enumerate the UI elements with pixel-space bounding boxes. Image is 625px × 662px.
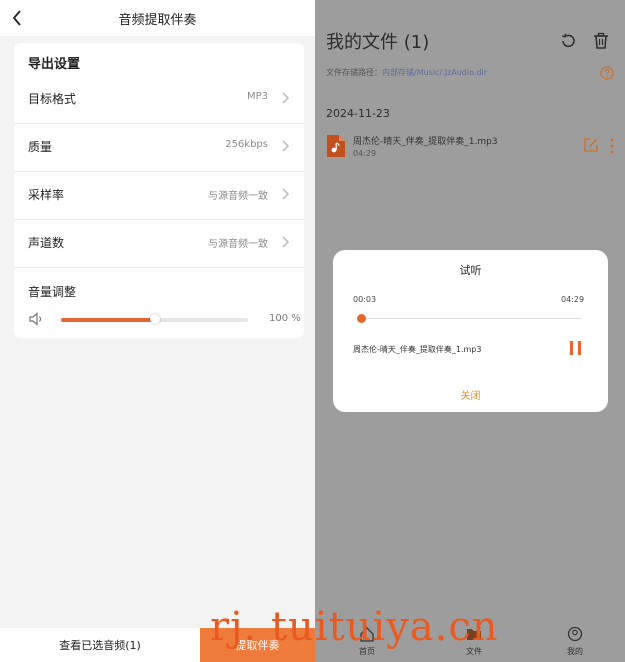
user-icon bbox=[567, 626, 583, 642]
chevron-right-icon bbox=[282, 236, 289, 248]
edit-icon[interactable] bbox=[583, 137, 599, 153]
quality-row[interactable]: 质量 256kbps bbox=[14, 123, 304, 172]
volume-label: 音量调整 bbox=[28, 285, 77, 299]
page-title: 我的文件 (1) bbox=[326, 32, 430, 53]
channels-row[interactable]: 声道数 与源音频一致 bbox=[14, 219, 304, 268]
row-label: 质量 bbox=[28, 140, 53, 154]
close-button[interactable]: 关闭 bbox=[333, 387, 608, 402]
storage-path: 文件存储路径：内部存储/Music/.JzAudio.dir bbox=[326, 67, 487, 78]
dialog-title: 试听 bbox=[459, 264, 482, 277]
dialog-file-name: 周杰伦-晴天_伴奏_提取伴奏_1.mp3 bbox=[353, 345, 482, 354]
playback-progress-thumb[interactable] bbox=[357, 314, 367, 323]
nav-label: 我的 bbox=[567, 647, 583, 656]
volume-slider-thumb[interactable] bbox=[149, 314, 160, 324]
export-settings-screen: 音频提取伴奏 导出设置 目标格式 MP3 质量 256kbps 采样率 与源音频… bbox=[0, 0, 315, 662]
more-options-icon[interactable] bbox=[609, 137, 615, 155]
total-time: 04:29 bbox=[561, 295, 585, 304]
volume-slider[interactable] bbox=[61, 314, 248, 324]
volume-slider-fill bbox=[61, 318, 155, 322]
row-label: 声道数 bbox=[28, 236, 65, 250]
playback-progress-bar[interactable] bbox=[357, 314, 581, 323]
view-selected-audio-button[interactable]: 查看已选音频(1) bbox=[0, 628, 200, 662]
chevron-right-icon bbox=[282, 92, 289, 104]
page-title: 音频提取伴奏 bbox=[118, 13, 197, 28]
row-value: MP3 bbox=[246, 91, 268, 102]
row-value: 256kbps bbox=[225, 139, 268, 150]
storage-path-link[interactable]: 内部存储/Music/.JzAudio.dir bbox=[382, 68, 487, 77]
watermark: rj. tuituiya.cn bbox=[210, 604, 499, 650]
speaker-icon bbox=[29, 312, 42, 326]
section-title: 导出设置 bbox=[28, 57, 81, 72]
top-app-bar: 音频提取伴奏 bbox=[0, 0, 315, 36]
preview-dialog: 试听 00:03 04:29 周杰伦-晴天_伴奏_提取伴奏_1.mp3 关闭 bbox=[333, 250, 608, 412]
current-time: 00:03 bbox=[353, 295, 377, 304]
chevron-right-icon bbox=[282, 188, 289, 200]
trash-icon[interactable] bbox=[592, 32, 610, 50]
nav-item-mine[interactable]: 我的 bbox=[555, 620, 595, 662]
row-label: 目标格式 bbox=[28, 92, 77, 106]
storage-path-prefix: 文件存储路径： bbox=[326, 68, 382, 77]
row-value: 与源音频一致 bbox=[208, 191, 268, 202]
refresh-icon[interactable] bbox=[559, 32, 577, 50]
pause-icon[interactable] bbox=[568, 340, 584, 356]
row-value: 与源音频一致 bbox=[208, 239, 268, 250]
date-group-header: 2024-11-23 bbox=[326, 107, 390, 120]
help-icon[interactable] bbox=[600, 66, 614, 80]
chevron-right-icon bbox=[282, 140, 289, 152]
row-label: 采样率 bbox=[28, 188, 65, 202]
target-format-row[interactable]: 目标格式 MP3 bbox=[14, 75, 304, 124]
export-settings-card: 导出设置 目标格式 MP3 质量 256kbps 采样率 与源音频一致 声道数 … bbox=[14, 43, 304, 338]
file-duration: 04:29 bbox=[353, 149, 377, 158]
audio-file-icon bbox=[327, 135, 345, 157]
file-name[interactable]: 周杰伦-晴天_伴奏_提取伴奏_1.mp3 bbox=[353, 134, 498, 147]
volume-value: 100 % bbox=[269, 313, 301, 324]
sample-rate-row[interactable]: 采样率 与源音频一致 bbox=[14, 171, 304, 220]
